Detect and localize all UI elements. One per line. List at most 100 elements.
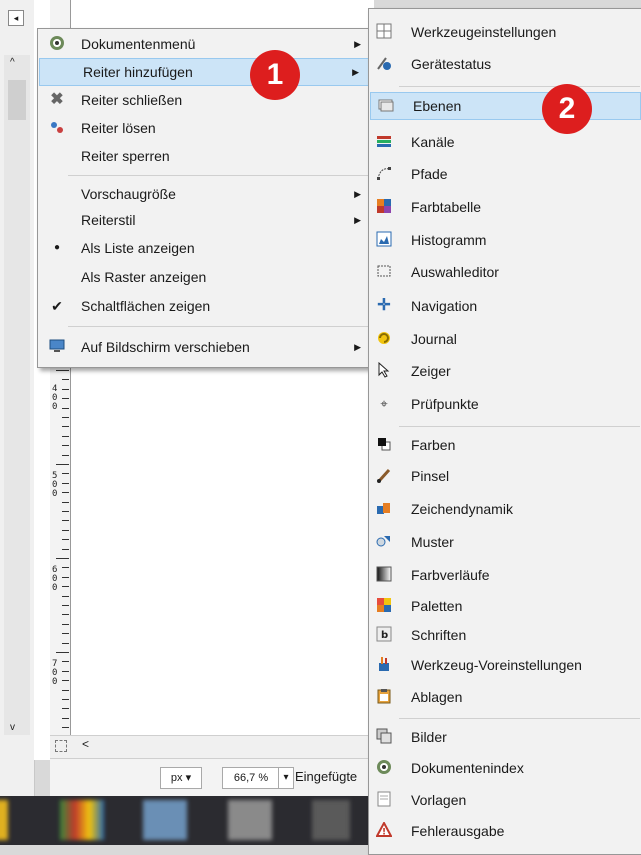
paint-dynamics-icon [375,500,393,518]
menu-item-vorlagen[interactable]: Vorlagen [369,786,641,814]
ruler-tick [62,661,69,663]
menu-item-histogramm[interactable]: Histogramm [369,226,641,254]
ruler-tick [62,727,69,729]
ruler-tick [62,388,69,390]
menu-item-bilder[interactable]: Bilder [369,723,641,751]
menu-item-werkzeug-voreinstellungen[interactable]: Werkzeug-Voreinstellungen [369,651,641,679]
menu-item-farben[interactable]: Farben [369,431,641,459]
ruler-tick [62,623,69,625]
ruler-label: 400 [52,384,58,412]
selection-editor-icon [375,263,393,281]
ruler-tick [62,689,69,691]
menu-item-vorschaugroesse[interactable]: Vorschaugröße ▶ [38,180,371,208]
ruler-tick [56,370,69,371]
submenu-arrow-icon: ▶ [354,215,361,225]
tool-options-icon [375,23,393,41]
zoom-dropdown-icon[interactable]: ▾ [278,767,294,789]
menu-item-reiter-hinzufuegen[interactable]: Reiter hinzufügen ▶ [39,58,370,86]
ruler-tick [62,614,69,616]
left-scrollbar-thumb[interactable] [8,80,26,120]
svg-text:!: ! [382,828,386,838]
menu-item-als-liste-anzeigen[interactable]: ● Als Liste anzeigen [38,234,371,262]
menu-item-schaltflaechen-zeigen[interactable]: ✔ Schaltflächen zeigen [38,292,371,320]
menu-separator [399,426,640,427]
menu-item-als-raster-anzeigen[interactable]: Als Raster anzeigen [38,263,371,291]
ruler-tick [62,417,69,418]
document-history-icon [375,759,393,777]
buffers-icon [375,688,393,706]
images-icon [375,728,393,746]
taskbar-app-icon[interactable] [312,800,350,840]
ruler-tick [56,652,69,653]
left-scrollbar[interactable] [4,55,30,735]
menu-item-reiter-schliessen[interactable]: ✖ Reiter schließen [38,86,371,114]
menu-item-zeiger[interactable]: Zeiger [369,357,641,385]
menu-item-reiter-sperren[interactable]: Reiter sperren [38,142,371,170]
ruler-tick [62,708,69,710]
menu-item-fehlerausgabe[interactable]: ! Fehlerausgabe [369,817,641,845]
brush-icon [375,467,393,485]
zoom-select[interactable]: 66,7 % [222,767,280,789]
menu-item-journal[interactable]: Journal [369,325,641,353]
panel-menu-icon[interactable]: ◂ [8,10,24,26]
detach-icon [48,119,66,137]
ruler-tick [56,558,69,559]
templates-icon [375,791,393,809]
ruler-label: 600 [52,565,58,593]
quick-mask-icon[interactable] [55,740,67,752]
menu-item-paletten[interactable]: Paletten [369,592,641,620]
menu-item-auf-bildschirm-verschieben[interactable]: Auf Bildschirm verschieben ▶ [38,333,371,361]
menu-item-farbverlaeufe[interactable]: Farbverläufe [369,561,641,589]
taskbar-app-icon[interactable] [0,800,8,840]
ruler-label: 700 [52,659,58,687]
menu-item-pfade[interactable]: Pfade [369,160,641,188]
error-console-icon: ! [375,820,393,840]
ruler-tick [62,426,69,428]
ruler-tick [62,642,69,644]
ruler-tick [62,407,69,409]
taskbar-app-icon[interactable] [60,800,104,840]
menu-item-ablagen[interactable]: Ablagen [369,683,641,711]
menu-item-zeichendynamik[interactable]: Zeichendynamik [369,495,641,523]
ruler-tick [62,529,69,531]
colors-icon [375,436,393,454]
menu-item-dokumentenmenue[interactable]: Dokumentenmenü ▶ [38,30,371,58]
ruler-tick [62,576,69,578]
menu-item-navigation[interactable]: ✛ Navigation [369,292,641,320]
submenu-arrow-icon: ▶ [354,342,361,352]
menu-separator [399,86,640,87]
taskbar-app-icon[interactable] [143,800,187,840]
ruler-tick [62,670,69,672]
taskbar-app-icon[interactable] [228,800,272,840]
menu-item-pinsel[interactable]: Pinsel [369,462,641,490]
ruler-tick [56,464,69,465]
menu-item-ebenen[interactable]: Ebenen [370,92,641,120]
menu-item-farbtabelle[interactable]: Farbtabelle [369,193,641,221]
ruler-tick [62,605,69,606]
menu-item-reiterstil[interactable]: Reiterstil ▶ [38,206,371,234]
ruler-tick [62,633,69,635]
menu-item-kanaele[interactable]: Kanäle [369,128,641,156]
scroll-up-icon[interactable]: ^ [10,57,15,68]
menu-item-reiter-loesen[interactable]: Reiter lösen [38,114,371,142]
colormap-icon [375,198,393,216]
tool-presets-icon [375,656,393,674]
scroll-down-icon[interactable]: v [10,722,15,733]
gimp-wilber-icon [48,35,66,53]
scroll-left-icon[interactable]: < [82,737,89,751]
checkmark-icon: ✔ [51,298,63,314]
unit-select[interactable]: px ▾ [160,767,202,789]
submenu-arrow-icon: ▶ [354,189,361,199]
horizontal-scrollbar[interactable] [50,735,370,758]
menu-item-werkzeugeinstellungen[interactable]: Werkzeugeinstellungen [369,18,641,46]
menu-item-auswahleditor[interactable]: Auswahleditor [369,258,641,286]
ruler-label: 500 [52,471,58,499]
menu-item-schriften[interactable]: b Schriften [369,621,641,649]
menu-item-geraetestatus[interactable]: Gerätestatus [369,50,641,78]
menu-item-pruefpunkte[interactable]: ⌖ Prüfpunkte [369,390,641,418]
palettes-icon [375,597,393,615]
menu-item-dokumentenindex[interactable]: Dokumentenindex [369,754,641,782]
ruler-tick [62,717,69,719]
navigation-icon: ✛ [377,297,391,314]
menu-item-muster[interactable]: Muster [369,528,641,556]
